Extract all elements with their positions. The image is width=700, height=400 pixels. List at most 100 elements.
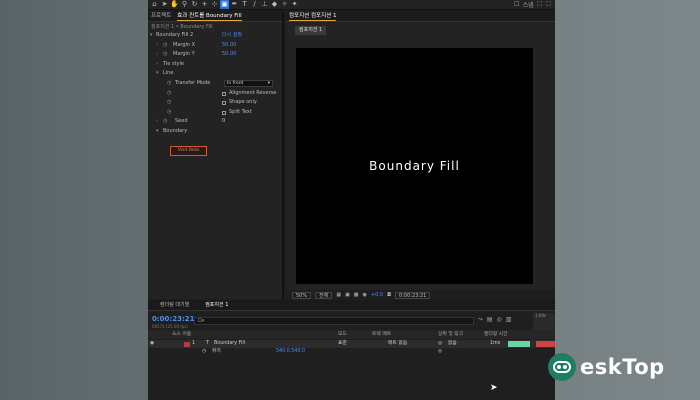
camera-tool-icon[interactable]: + xyxy=(200,0,209,9)
property-group-row[interactable]: ▾ Boundary xyxy=(148,127,282,137)
clone-stamp-icon[interactable]: ⊥ xyxy=(260,0,269,9)
exposure-value[interactable]: +0.0 xyxy=(371,292,383,298)
stopwatch-icon[interactable]: ◷ xyxy=(167,89,171,99)
select-tool-icon[interactable]: ➤ xyxy=(160,0,169,9)
desktop-logo-icon xyxy=(548,353,576,381)
stopwatch-icon[interactable]: ◷ xyxy=(163,41,167,51)
property-label: Line xyxy=(163,70,174,77)
dropdown-value: In front xyxy=(227,80,244,86)
zoom-tool-icon[interactable]: ⚲ xyxy=(180,0,189,9)
property-value[interactable]: 0 xyxy=(222,117,225,127)
mask-tool-icon[interactable]: ▣ xyxy=(220,0,229,9)
col-source-name[interactable]: 소스 이름 xyxy=(172,330,191,339)
tab-composition[interactable]: 컴포지션 컴포지션 1 xyxy=(289,11,337,21)
stopwatch-icon[interactable]: ◷ xyxy=(163,50,167,60)
chevron-down-icon: ▾ xyxy=(267,80,270,86)
expand-arrow-icon[interactable]: › xyxy=(156,41,158,51)
reset-link[interactable]: 다시 설정 xyxy=(222,31,242,41)
tab-effect-controls[interactable]: 효과 컨트롤 Boundary Fill xyxy=(177,11,242,21)
pen-tool-icon[interactable]: ✒ xyxy=(230,0,239,9)
timeline-timecode[interactable]: 0:00:23:21 xyxy=(152,315,195,323)
comp-flowchart-icon[interactable]: ⤳ xyxy=(478,316,483,324)
property-row[interactable]: › ◷ Seed 0 xyxy=(148,117,282,127)
snap-checkbox-icon[interactable]: □ xyxy=(514,0,520,9)
visit-beta-button[interactable]: Visit Beta xyxy=(170,146,207,156)
type-tool-icon[interactable]: T xyxy=(240,0,249,9)
composition-canvas[interactable]: Boundary Fill xyxy=(296,48,533,284)
grid-icon[interactable]: ▦ xyxy=(336,292,341,298)
transparency-grid-icon[interactable]: ▩ xyxy=(354,292,359,298)
resolution-dropdown[interactable]: 전체 xyxy=(315,291,333,299)
draft-3d-icon[interactable]: ▤ xyxy=(487,316,493,324)
time-ruler[interactable]: 1:00s xyxy=(533,313,555,331)
home-icon[interactable]: ⌂ xyxy=(150,0,159,9)
expand-arrow-icon[interactable]: › xyxy=(156,117,158,127)
mask-visibility-icon[interactable]: ▣ xyxy=(345,292,350,298)
track-matte-dropdown[interactable]: 매트 없음 xyxy=(388,340,407,348)
split-text-checkbox[interactable] xyxy=(222,110,226,115)
property-row[interactable]: ◷ Alignment Reverse xyxy=(148,89,282,99)
layer-name[interactable]: Boundary Fill xyxy=(214,340,245,348)
snapshot-icon[interactable]: ◘ xyxy=(387,292,391,298)
property-row[interactable]: ◷ Transfer Mode In front ▾ xyxy=(148,79,282,89)
col-mode[interactable]: 모드 xyxy=(338,330,347,339)
timeline-layer-row[interactable]: ◉ 1 T Boundary Fill 표준 매트 없음 ◎ 없음 1ms xyxy=(148,340,555,348)
collapse-arrow-icon[interactable]: ▾ xyxy=(156,69,159,79)
parent-pickwhip-icon[interactable]: ◎ xyxy=(438,340,442,348)
shape-only-checkbox[interactable] xyxy=(222,101,226,106)
motion-blur-icon[interactable]: ◎ xyxy=(496,316,501,324)
collapse-arrow-icon[interactable]: ▾ xyxy=(156,127,159,137)
expand-arrow-icon[interactable]: › xyxy=(156,50,158,60)
expression-pickwhip-icon[interactable]: ◎ xyxy=(438,348,442,356)
property-group-row[interactable]: ▾ Line xyxy=(148,69,282,79)
property-row[interactable]: ◷ Split Text xyxy=(148,108,282,118)
parent-dropdown[interactable]: 없음 xyxy=(448,340,457,348)
mouse-cursor-icon: ➤ xyxy=(490,383,498,393)
effect-row[interactable]: ▾ Boundary Fill 2 다시 설정 xyxy=(148,31,282,41)
rotate-tool-icon[interactable]: ↻ xyxy=(190,0,199,9)
col-parent-link[interactable]: 상위 및 링크 xyxy=(438,330,463,339)
layer-mode-dropdown[interactable]: 표준 xyxy=(338,340,347,348)
stopwatch-icon[interactable]: ◷ xyxy=(202,348,206,356)
expand-arrow-icon[interactable]: › xyxy=(156,60,158,70)
position-property-row[interactable]: ◷ 위치 540.0,540.0 ◎ xyxy=(148,348,555,356)
visibility-eye-icon[interactable]: ◉ xyxy=(150,340,154,348)
puppet-pin-icon[interactable]: ✦ xyxy=(290,0,299,9)
roto-brush-icon[interactable]: ✧ xyxy=(280,0,289,9)
property-row[interactable]: › ◷ Margin Y 50.00 xyxy=(148,50,282,60)
viewer-timecode[interactable]: 0:00:23:21 xyxy=(395,291,431,299)
stopwatch-icon[interactable]: ◷ xyxy=(167,79,171,89)
frame-rate-label: 00571 (25.00 fps) xyxy=(152,324,188,329)
alignment-reverse-checkbox[interactable] xyxy=(222,91,226,96)
property-value[interactable]: 50.00 xyxy=(222,41,236,51)
hand-tool-icon[interactable]: ✋ xyxy=(170,0,179,9)
property-row[interactable]: › Tie style xyxy=(148,60,282,70)
stopwatch-icon[interactable]: ◷ xyxy=(167,98,171,108)
property-value[interactable]: 50.00 xyxy=(222,50,236,60)
collapse-arrow-icon[interactable]: ▾ xyxy=(150,31,153,41)
property-row[interactable]: › ◷ Margin X 50.00 xyxy=(148,41,282,51)
eraser-tool-icon[interactable]: ◆ xyxy=(270,0,279,9)
snap-option-icon[interactable]: ⬚ xyxy=(537,0,543,9)
position-value[interactable]: 540.0,540.0 xyxy=(276,348,305,356)
layer-search-input[interactable]: Ω▾ xyxy=(194,317,474,325)
col-render-time[interactable]: 렌더링 시간 xyxy=(484,330,508,339)
tab-render-queue[interactable]: 렌더링 대기열 xyxy=(160,300,189,310)
snap-option-icon-2[interactable]: ⬚ xyxy=(545,0,551,9)
tab-composition-timeline[interactable]: 컴포지션 1 xyxy=(205,300,228,310)
pan-behind-tool-icon[interactable]: ⊹ xyxy=(210,0,219,9)
color-channel-icon[interactable]: ◉ xyxy=(363,292,367,298)
label-color-swatch[interactable] xyxy=(184,341,190,347)
property-row[interactable]: ◷ Shape only xyxy=(148,98,282,108)
stopwatch-icon[interactable]: ◷ xyxy=(163,117,167,127)
col-track-matte[interactable]: 트랙 매트 xyxy=(372,330,391,339)
graph-editor-icon[interactable]: ▥ xyxy=(506,316,512,324)
tab-project[interactable]: 프로젝트 xyxy=(151,11,171,21)
transfer-mode-dropdown[interactable]: In front ▾ xyxy=(224,79,273,87)
zoom-dropdown[interactable]: 50% xyxy=(292,291,312,299)
composition-flow-tab[interactable]: 컴포지션 1 xyxy=(295,26,327,35)
brush-tool-icon[interactable]: ∕ xyxy=(250,0,259,9)
checkbox-label: Shape only xyxy=(229,99,257,106)
effect-controls-panel: 프로젝트 효과 컨트롤 Boundary Fill 컴포지션 1 • Bound… xyxy=(148,11,284,299)
stopwatch-icon[interactable]: ◷ xyxy=(167,108,171,118)
